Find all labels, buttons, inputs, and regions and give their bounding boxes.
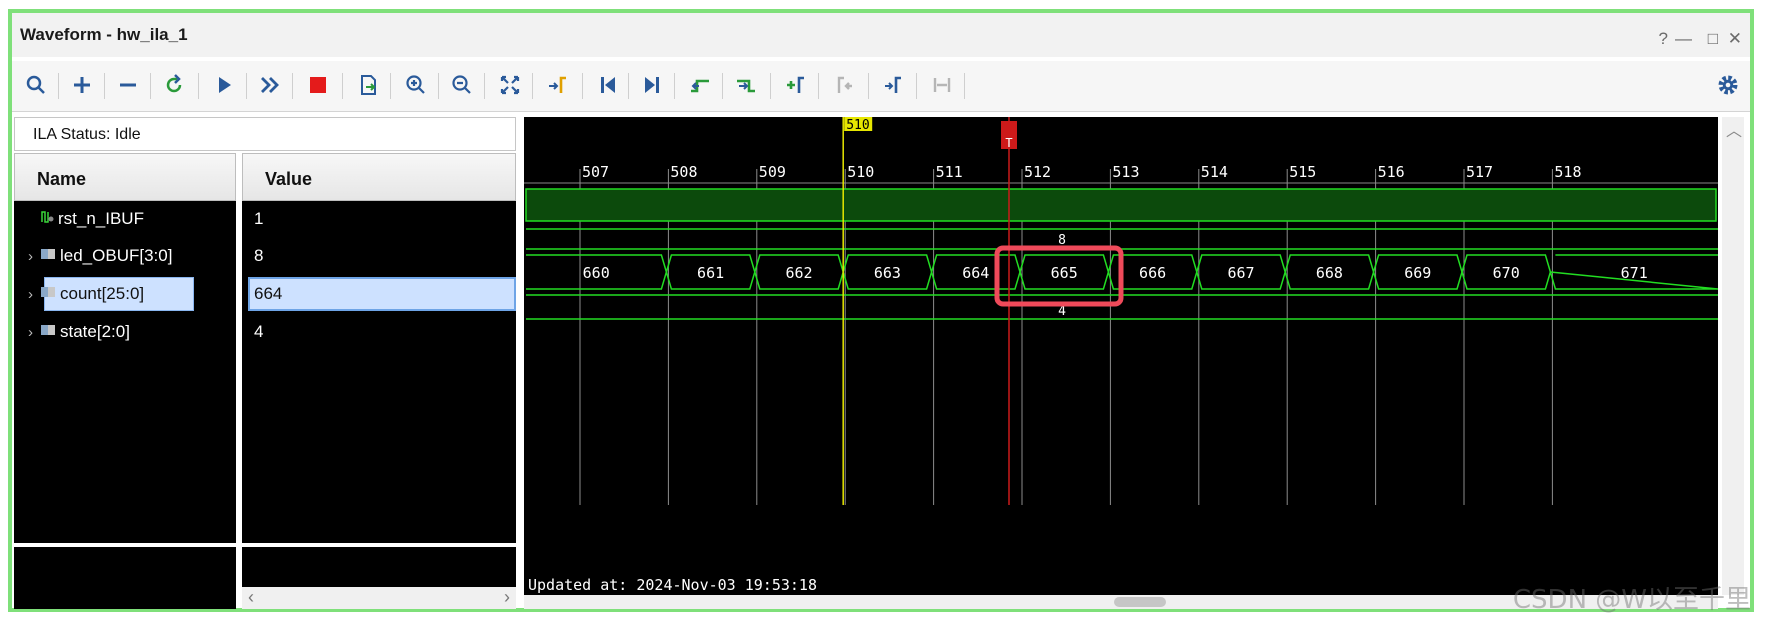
ila-status-label: ILA Status: <box>33 126 111 143</box>
minimize-icon[interactable]: — <box>1675 29 1692 49</box>
value-pane-footer <box>242 547 516 587</box>
count-value-label: 669 <box>1404 264 1431 282</box>
waveform-vscroll[interactable]: ︿ <box>1722 117 1744 595</box>
add-marker-icon[interactable] <box>780 69 812 101</box>
cursor-label: 510 <box>846 118 869 133</box>
run-immediate-icon[interactable] <box>254 69 286 101</box>
scroll-right-icon[interactable]: › <box>504 587 510 608</box>
bus-signal-icon <box>40 322 56 342</box>
signal-row-state[interactable]: › state[2:0] <box>28 317 130 347</box>
zoom-out-icon[interactable] <box>446 69 478 101</box>
run-trigger-icon[interactable] <box>208 69 240 101</box>
time-tick-label: 517 <box>1466 163 1493 181</box>
bit-signal-icon <box>40 209 54 229</box>
name-column-header[interactable]: Name <box>14 153 236 201</box>
go-to-time-zero-icon[interactable] <box>592 69 624 101</box>
time-tick-label: 516 <box>1378 163 1405 181</box>
stop-icon[interactable] <box>302 69 334 101</box>
count-value-label: 668 <box>1316 264 1343 282</box>
export-icon[interactable] <box>352 69 384 101</box>
watermark: CSDN @W以至千里 <box>1512 585 1751 615</box>
count-value-label: 663 <box>874 264 901 282</box>
value-column-header[interactable]: Value <box>242 153 516 201</box>
time-tick-label: 515 <box>1289 163 1316 181</box>
remove-icon[interactable] <box>112 69 144 101</box>
scroll-left-icon[interactable]: ‹ <box>248 587 254 608</box>
waveform-toolbar <box>12 61 1750 112</box>
add-icon[interactable] <box>66 69 98 101</box>
go-to-last-time-icon[interactable] <box>636 69 668 101</box>
zoom-fit-icon[interactable] <box>494 69 526 101</box>
count-value-label: 664 <box>962 264 989 282</box>
signal-name: rst_n_IBUF <box>58 209 144 228</box>
help-icon[interactable]: ? <box>1659 29 1668 49</box>
ila-status-value: Idle <box>114 126 141 143</box>
search-icon[interactable] <box>20 69 52 101</box>
time-tick-label: 513 <box>1112 163 1139 181</box>
bus-signal-icon <box>40 284 56 304</box>
updated-timestamp: Updated at: 2024-Nov-03 19:53:18 <box>528 576 817 594</box>
count-value-label: 666 <box>1139 264 1166 282</box>
maximize-icon[interactable]: □ <box>1708 29 1718 49</box>
window-title: Waveform - hw_ila_1 <box>20 25 188 44</box>
count-value-label: 660 <box>583 264 610 282</box>
next-transition-icon[interactable] <box>730 69 762 101</box>
value-pane <box>242 201 516 543</box>
count-value-label: 662 <box>785 264 812 282</box>
time-tick-label: 518 <box>1554 163 1581 181</box>
waveform-canvas[interactable]: 507 508 509 510 511 512 513 514 515 516 517 518 8 660… <box>524 117 1718 595</box>
signal-name: count[25:0] <box>60 284 145 303</box>
time-tick-label: 509 <box>759 163 786 181</box>
time-tick-label: 511 <box>936 163 963 181</box>
close-icon[interactable]: ✕ <box>1728 29 1742 49</box>
scroll-up-icon[interactable]: ︿ <box>1726 117 1742 141</box>
previous-transition-icon[interactable] <box>684 69 716 101</box>
expand-icon[interactable]: › <box>28 286 33 303</box>
signal-row-led[interactable]: › led_OBUF[3:0] <box>28 241 173 271</box>
time-tick-label: 512 <box>1024 163 1051 181</box>
signal-row-count[interactable]: › count[25:0] <box>28 279 145 309</box>
signal-value: 664 <box>254 284 283 303</box>
scrollbar-thumb[interactable] <box>1114 597 1166 607</box>
waveform-svg: 507 508 509 510 511 512 513 514 515 516 517 5188660… <box>524 117 1718 505</box>
signal-row-rst[interactable]: rst_n_IBUF <box>40 204 144 234</box>
count-value-label: 670 <box>1493 264 1520 282</box>
zoom-in-icon[interactable] <box>400 69 432 101</box>
time-tick-label: 508 <box>670 163 697 181</box>
selected-value-highlight <box>248 277 516 311</box>
count-value-label: 667 <box>1227 264 1254 282</box>
time-tick-label: 514 <box>1201 163 1228 181</box>
rst-high-region <box>525 188 1717 222</box>
signal-value: 8 <box>254 246 264 265</box>
time-tick-label: 510 <box>847 163 874 181</box>
signal-name: led_OBUF[3:0] <box>60 246 173 265</box>
expand-icon[interactable]: › <box>28 324 33 341</box>
gear-icon[interactable] <box>1712 69 1744 101</box>
count-value-label: 661 <box>697 264 724 282</box>
swap-cursors-icon[interactable] <box>926 69 958 101</box>
title-bar: Waveform - hw_ila_1 ? — □ ✕ <box>12 13 1750 57</box>
signal-value: 1 <box>254 209 264 228</box>
bus-signal-icon <box>40 246 56 266</box>
expand-icon[interactable]: › <box>28 248 33 265</box>
count-value-label: 671 <box>1621 264 1648 282</box>
count-value-label: 665 <box>1051 264 1078 282</box>
trigger-label: T <box>1005 136 1012 150</box>
refresh-icon[interactable] <box>158 69 190 101</box>
ila-status: ILA Status: Idle <box>14 117 516 151</box>
go-to-cursor-icon[interactable] <box>542 69 574 101</box>
next-marker-icon[interactable] <box>878 69 910 101</box>
signal-name: state[2:0] <box>60 322 130 341</box>
name-pane-footer <box>14 547 236 609</box>
signal-value: 4 <box>254 322 264 341</box>
previous-marker-icon[interactable] <box>828 69 860 101</box>
value-scrollbar[interactable]: ‹ › <box>242 587 516 609</box>
waveform-window: Waveform - hw_ila_1 ? — □ ✕ ILA Status: … <box>8 9 1754 612</box>
time-tick-label: 507 <box>582 163 609 181</box>
